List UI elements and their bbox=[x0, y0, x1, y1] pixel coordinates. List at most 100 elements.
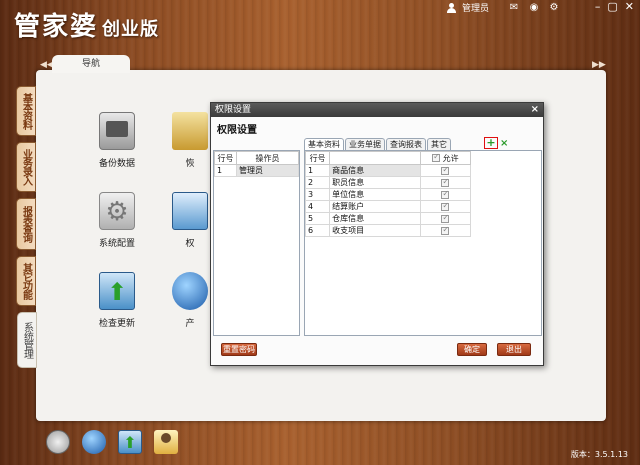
row-no: 3 bbox=[304, 188, 331, 201]
table-row[interactable]: 1 管理员 bbox=[214, 164, 299, 177]
permission-table: 行号 允许 1 商品信息 2 职员信息 3 单位信息 4 结算账户 bbox=[304, 151, 472, 237]
mail-icon[interactable]: ✉ bbox=[508, 1, 520, 13]
row-no: 1 bbox=[304, 164, 331, 177]
allow-cell bbox=[419, 224, 472, 237]
allow-cell bbox=[419, 164, 472, 177]
operator-table: 行号 操作员 1 管理员 bbox=[214, 151, 299, 177]
tab-query-reports[interactable]: 查询报表 bbox=[386, 138, 426, 150]
permission-dialog: 权限设置 × 权限设置 + × 基本资料 业务单据 查询报表 其它 行号 操作员… bbox=[210, 102, 544, 366]
dialog-close-icon[interactable]: × bbox=[531, 103, 539, 117]
backup-dock-icon[interactable] bbox=[46, 430, 70, 454]
operator-list: 行号 操作员 1 管理员 bbox=[213, 150, 300, 336]
side-tab-report-query[interactable]: 报表查询 bbox=[16, 198, 36, 250]
settings-icon[interactable]: ⚙ bbox=[548, 1, 560, 13]
side-tab-other-functions[interactable]: 其它功能 bbox=[16, 256, 36, 306]
row-no: 1 bbox=[214, 164, 237, 177]
row-no: 4 bbox=[304, 200, 331, 213]
allow-checkbox[interactable] bbox=[441, 213, 450, 223]
table-row[interactable]: 5 仓库信息 bbox=[304, 212, 472, 225]
table-row[interactable]: 1 商品信息 bbox=[304, 164, 472, 177]
permission-tabs: 基本资料 业务单据 查询报表 其它 bbox=[304, 138, 452, 150]
user-icon bbox=[447, 2, 459, 13]
top-icons: ✉ ◉ ⚙ bbox=[508, 1, 560, 13]
func-label: 备份数据 bbox=[98, 159, 135, 169]
allow-cell bbox=[419, 212, 472, 225]
side-tab-system-management[interactable]: 系统管理 bbox=[17, 312, 37, 368]
exit-button[interactable]: 退出 bbox=[497, 343, 531, 356]
col-header-item bbox=[329, 151, 421, 165]
allow-cell bbox=[419, 200, 472, 213]
app-edition: 创业版 bbox=[102, 19, 160, 40]
table-row[interactable]: 6 收支项目 bbox=[304, 224, 472, 237]
version-label: 版本：3.5.1.13 bbox=[570, 450, 628, 459]
dialog-title: 权限设置 bbox=[215, 105, 252, 115]
table-row[interactable]: 3 单位信息 bbox=[304, 188, 472, 201]
backup-disk-icon bbox=[99, 112, 135, 150]
item-name: 商品信息 bbox=[329, 164, 421, 177]
side-tab-business-entry[interactable]: 业务录入 bbox=[16, 142, 36, 192]
product-globe-icon bbox=[172, 272, 208, 310]
func-label: 权 bbox=[185, 239, 195, 249]
permission-list: 行号 允许 1 商品信息 2 职员信息 3 单位信息 4 结算账户 bbox=[304, 150, 542, 336]
dialog-heading: 权限设置 bbox=[217, 125, 257, 136]
restore-icon[interactable]: ▢ bbox=[607, 0, 617, 13]
config-gear-icon bbox=[99, 192, 135, 230]
side-tab-basic-data[interactable]: 基本资料 bbox=[16, 86, 36, 136]
col-header-allow[interactable]: 允许 bbox=[419, 151, 472, 165]
item-name: 单位信息 bbox=[329, 188, 421, 201]
func-restore[interactable]: 恢 bbox=[170, 112, 210, 169]
allow-cell bbox=[419, 188, 472, 201]
table-row[interactable]: 4 结算账户 bbox=[304, 200, 472, 213]
func-check-update[interactable]: 检查更新 bbox=[82, 272, 152, 329]
tab-basic-data[interactable]: 基本资料 bbox=[304, 138, 344, 150]
restore-icon bbox=[172, 112, 208, 150]
check-update-icon bbox=[99, 272, 135, 310]
col-header-row-no: 行号 bbox=[304, 151, 331, 165]
reset-password-button[interactable]: 重置密码 bbox=[221, 343, 257, 356]
allow-checkbox[interactable] bbox=[441, 165, 450, 175]
row-no: 5 bbox=[304, 212, 331, 225]
quick-dock bbox=[46, 430, 178, 454]
col-header-operator: 操作员 bbox=[236, 151, 299, 165]
delete-icon[interactable]: × bbox=[500, 138, 508, 149]
func-system-config[interactable]: 系统配置 bbox=[82, 192, 152, 249]
func-label: 系统配置 bbox=[98, 239, 135, 249]
tab-business-docs[interactable]: 业务单据 bbox=[345, 138, 385, 150]
allow-header-label: 允许 bbox=[442, 153, 459, 163]
row-no: 6 bbox=[304, 224, 331, 237]
item-name: 收支项目 bbox=[329, 224, 421, 237]
update-dock-icon[interactable] bbox=[118, 430, 142, 454]
allow-checkbox[interactable] bbox=[441, 177, 450, 187]
minimize-icon[interactable]: – bbox=[595, 0, 601, 13]
globe-dock-icon[interactable] bbox=[82, 430, 106, 454]
dialog-titlebar[interactable]: 权限设置 × bbox=[211, 103, 543, 117]
allow-checkbox[interactable] bbox=[441, 201, 450, 211]
nav-tab[interactable]: 导航 bbox=[52, 55, 130, 73]
allow-checkbox[interactable] bbox=[441, 189, 450, 199]
func-label: 产 bbox=[185, 319, 195, 329]
allow-cell bbox=[419, 176, 472, 189]
add-icon[interactable]: + bbox=[484, 137, 498, 149]
app-name: 管家婆 bbox=[14, 12, 99, 42]
operator-name: 管理员 bbox=[236, 164, 299, 177]
allow-checkbox[interactable] bbox=[441, 225, 450, 235]
func-label: 恢 bbox=[185, 159, 195, 169]
dialog-toolbar: + × bbox=[484, 137, 508, 149]
nav-right-arrow-icon[interactable]: ▶▶ bbox=[592, 60, 606, 70]
app-logo: 管家婆 创业版 bbox=[14, 6, 159, 43]
func-product[interactable]: 产 bbox=[170, 272, 210, 329]
window-buttons: – ▢ ✕ bbox=[595, 0, 634, 13]
confirm-button[interactable]: 确定 bbox=[457, 343, 487, 356]
user-label: 管理员 bbox=[462, 4, 490, 14]
close-icon[interactable]: ✕ bbox=[625, 0, 634, 13]
weibo-icon[interactable]: ◉ bbox=[528, 1, 540, 13]
tab-other[interactable]: 其它 bbox=[427, 138, 451, 150]
item-name: 职员信息 bbox=[329, 176, 421, 189]
user-dock-icon[interactable] bbox=[154, 430, 178, 454]
table-row[interactable]: 2 职员信息 bbox=[304, 176, 472, 189]
func-permission[interactable]: 权 bbox=[170, 192, 210, 249]
current-user[interactable]: 管理员 bbox=[447, 1, 489, 14]
func-backup-data[interactable]: 备份数据 bbox=[82, 112, 152, 169]
select-all-checkbox[interactable] bbox=[432, 152, 441, 162]
col-header-row-no: 行号 bbox=[214, 151, 237, 165]
